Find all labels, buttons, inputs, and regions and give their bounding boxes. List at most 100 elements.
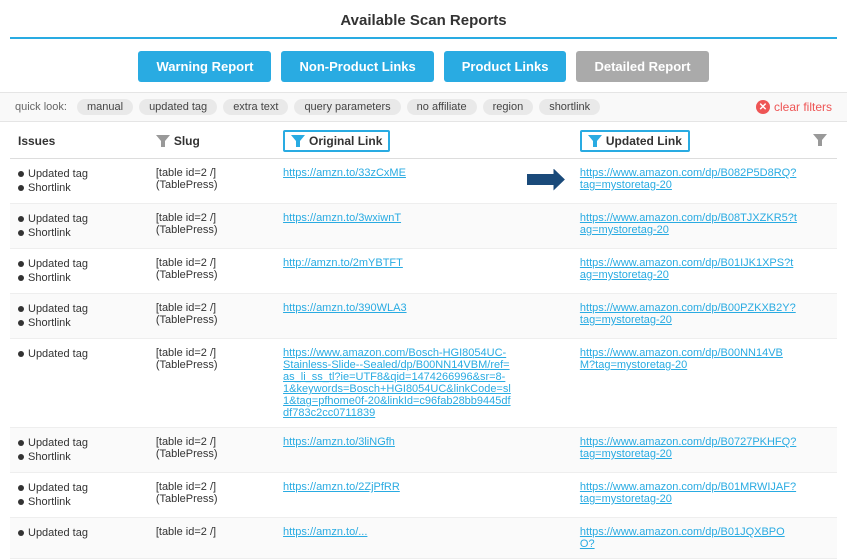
cell-extra [805, 249, 837, 294]
updated-link[interactable]: https://www.amazon.com/dp/B01JQXBPOO? [580, 526, 785, 550]
cell-slug: [table id=2 /] (TablePress) [148, 249, 275, 294]
issue-item: Updated tag [18, 167, 140, 181]
tag-query[interactable]: query parameters [294, 99, 400, 115]
bullet-icon [18, 306, 24, 312]
data-table: Issues Slug [10, 122, 837, 559]
cell-extra [805, 518, 837, 559]
tag-updated[interactable]: updated tag [139, 99, 217, 115]
cell-extra [805, 339, 837, 428]
cell-original: https://amzn.to/33zCxME [275, 159, 519, 204]
table-row: Updated tagShortlink[table id=2 /] (Tabl… [10, 249, 837, 294]
col-arrow-header [519, 122, 572, 159]
issue-item: Updated tag [18, 212, 140, 226]
bullet-icon [18, 499, 24, 505]
product-links-button[interactable]: Product Links [444, 51, 567, 82]
top-header: Available Scan Reports [10, 0, 837, 39]
issue-label: Updated tag [28, 482, 88, 494]
updated-link[interactable]: https://www.amazon.com/dp/B08TJXZKR5?tag… [580, 212, 797, 236]
table-row: Updated tagShortlink[table id=2 /] (Tabl… [10, 428, 837, 473]
original-link[interactable]: https://amzn.to/... [283, 526, 367, 538]
cell-arrow [519, 249, 572, 294]
tag-shortlink[interactable]: shortlink [539, 99, 600, 115]
issue-item: Updated tag [18, 526, 140, 540]
cell-updated: https://www.amazon.com/dp/B0727PKHFQ?tag… [572, 428, 805, 473]
clear-icon: ✕ [756, 100, 770, 114]
report-buttons: Warning Report Non-Product Links Product… [0, 39, 847, 92]
original-link[interactable]: https://amzn.to/3wxiwnT [283, 212, 401, 224]
col-original-header: Original Link [275, 122, 519, 159]
issue-item: Updated tag [18, 347, 140, 361]
issue-item: Shortlink [18, 450, 140, 464]
filter-original-icon[interactable] [291, 135, 305, 147]
bullet-icon [18, 530, 24, 536]
cell-arrow [519, 159, 572, 204]
detailed-report-button[interactable]: Detailed Report [576, 51, 708, 82]
nonproduct-links-button[interactable]: Non-Product Links [281, 51, 433, 82]
cell-slug: [table id=2 /] (TablePress) [148, 428, 275, 473]
issue-label: Shortlink [28, 317, 71, 329]
tag-manual[interactable]: manual [77, 99, 133, 115]
cell-slug: [table id=2 /] (TablePress) [148, 473, 275, 518]
cell-updated: https://www.amazon.com/dp/B00PZKXB2Y?tag… [572, 294, 805, 339]
cell-extra [805, 159, 837, 204]
cell-issues: Updated tagShortlink [10, 428, 148, 473]
cell-original: https://amzn.to/3wxiwnT [275, 204, 519, 249]
original-link[interactable]: https://amzn.to/33zCxME [283, 167, 406, 179]
cell-slug: [table id=2 /] (TablePress) [148, 339, 275, 428]
updated-link[interactable]: https://www.amazon.com/dp/B01MRWIJAF?tag… [580, 481, 796, 505]
table-row: Updated tag Shortlink [table id=2 /] (Tabl… [10, 473, 837, 518]
original-link[interactable]: https://www.amazon.com/Bosch-HGI8054UC-S… [283, 347, 511, 419]
issue-label: Shortlink [28, 496, 71, 508]
filter-slug-icon[interactable] [156, 135, 170, 147]
original-link[interactable]: https://amzn.to/390WLA3 [283, 302, 407, 314]
cell-arrow [519, 339, 572, 428]
clear-filters-button[interactable]: ✕ clear filters [756, 100, 832, 114]
cell-arrow [519, 294, 572, 339]
updated-link[interactable]: https://www.amazon.com/dp/B00NN14VBM?tag… [580, 347, 783, 371]
cell-arrow [519, 204, 572, 249]
tag-noaffiliate[interactable]: no affiliate [407, 99, 477, 115]
bullet-icon [18, 216, 24, 222]
cell-updated: https://www.amazon.com/dp/B01IJK1XPS?tag… [572, 249, 805, 294]
table-row: Updated tagShortlink[table id=2 /] (Tabl… [10, 204, 837, 249]
updated-link[interactable]: https://www.amazon.com/dp/B0727PKHFQ?tag… [580, 436, 796, 460]
issue-item: Shortlink [18, 226, 140, 240]
updated-link[interactable]: https://www.amazon.com/dp/B082P5D8RQ?tag… [580, 167, 796, 191]
original-link[interactable]: https://amzn.to/3liNGfh [283, 436, 395, 448]
quick-look-label: quick look: [15, 101, 67, 113]
tag-region[interactable]: region [483, 99, 534, 115]
table-wrapper: Issues Slug [0, 122, 847, 559]
cell-issues: Updated tagShortlink [10, 249, 148, 294]
page-title: Available Scan Reports [10, 12, 837, 29]
filter-extra-icon[interactable] [813, 134, 827, 146]
issue-label: Shortlink [28, 182, 71, 194]
table-row: Updated tagShortlink[table id=2 /] (Tabl… [10, 159, 837, 204]
cell-extra [805, 473, 837, 518]
original-link[interactable]: http://amzn.to/2mYBTFT [283, 257, 403, 269]
bullet-icon [18, 440, 24, 446]
original-link[interactable]: https://amzn.to/2ZjPfRR [283, 481, 400, 493]
updated-link[interactable]: https://www.amazon.com/dp/B00PZKXB2Y?tag… [580, 302, 796, 326]
updated-link[interactable]: https://www.amazon.com/dp/B01IJK1XPS?tag… [580, 257, 793, 281]
warning-report-button[interactable]: Warning Report [138, 51, 271, 82]
cell-slug: [table id=2 /] (TablePress) [148, 204, 275, 249]
issue-label: Shortlink [28, 227, 71, 239]
issue-label: Updated tag [28, 303, 88, 315]
bullet-icon [18, 454, 24, 460]
cell-original: https://amzn.to/2ZjPfRR [275, 473, 519, 518]
cell-extra [805, 428, 837, 473]
table-row: Updated tag[table id=2 /] (TablePress)ht… [10, 339, 837, 428]
table-row: Updated tag[table id=2 /]https://amzn.to… [10, 518, 837, 559]
arrow-icon [527, 169, 565, 191]
bullet-icon [18, 185, 24, 191]
filter-updated-icon[interactable] [588, 135, 602, 147]
cell-original: https://www.amazon.com/Bosch-HGI8054UC-S… [275, 339, 519, 428]
bullet-icon [18, 485, 24, 491]
cell-issues: Updated tag [10, 339, 148, 428]
cell-issues: Updated tagShortlink [10, 204, 148, 249]
cell-original: https://amzn.to/... [275, 518, 519, 559]
bullet-icon [18, 351, 24, 357]
tag-extra[interactable]: extra text [223, 99, 288, 115]
cell-arrow [519, 473, 572, 518]
col-slug-header: Slug [148, 122, 275, 159]
